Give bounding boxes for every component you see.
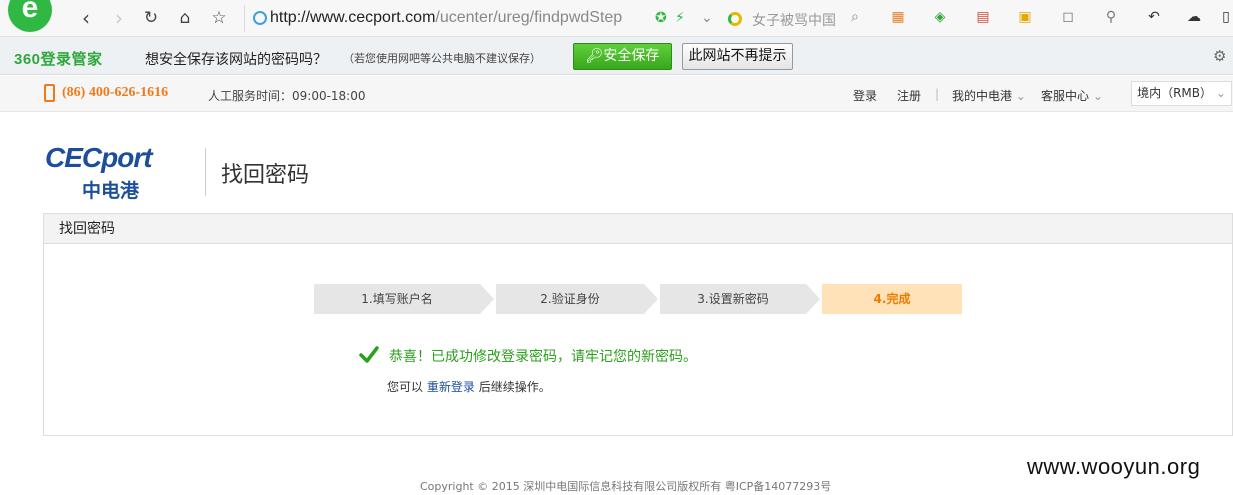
phone-sync-icon[interactable]: ▯ [1218,9,1233,25]
step-3: 3.设置新密码 [660,284,806,314]
customer-service-label: 客服中心 [1041,89,1090,103]
undo-icon[interactable]: ↶ [1146,9,1162,25]
check-icon [359,346,379,363]
logo-wordmark: CECport [45,142,153,173]
password-save-note: （若您使用网吧等公共电脑不建议保存） [343,52,541,65]
login-link[interactable]: 登录 [853,87,877,104]
translate-icon[interactable]: ▤ [975,9,991,25]
cloud-icon[interactable]: ☁ [1186,9,1202,25]
relogin-suffix: 后继续操作。 [478,380,551,394]
address-url[interactable]: http://www.cecport.com/ucenter/ureg/find… [270,9,650,27]
logo-chinese: 中电港 [82,180,140,202]
chevron-down-icon: ⌄ [1092,89,1103,103]
password-manager-brand: 360登录管家 [14,51,103,68]
step-2: 2.验证身份 [496,284,644,314]
home-button[interactable]: ⌂ [175,8,195,28]
globe-icon [253,11,267,25]
step-1: 1.填写账户名 [314,284,480,314]
customer-service-menu[interactable]: 客服中心 ⌄ [1041,87,1103,104]
search-icon[interactable]: ⌕ [851,9,859,25]
security-shield-icon[interactable]: ✪ [655,10,667,26]
zoom-icon[interactable]: ⚲ [1103,9,1119,25]
my-account-label: 我的中电港 [952,89,1013,103]
password-save-question: 想安全保存该网站的密码吗？ [145,52,327,68]
recovery-panel: 找回密码 1.填写账户名 2.验证身份 3.设置新密码 4.完成 恭喜！已成功修… [43,213,1233,436]
game-icon[interactable]: ◻ [1060,9,1076,25]
back-button[interactable]: ‹ [76,8,96,28]
security-guard-icon[interactable]: ◈ [932,9,948,25]
site-topbar: (86) 400-626-1616 人工服务时间：09:00-18:00 登录 … [0,76,1233,112]
dropdown-chevron-icon[interactable]: ⌄ [701,10,713,26]
favorite-star-icon[interactable]: ☆ [209,8,229,28]
header-divider [205,148,206,196]
page-title: 找回密码 [221,163,310,188]
gear-icon[interactable]: ⚙ [1213,47,1226,65]
step-progress: 1.填写账户名 2.验证身份 3.设置新密码 4.完成 [314,284,964,314]
watermark: www.wooyun.org [1027,454,1201,479]
step-4-active: 4.完成 [822,284,962,314]
register-link[interactable]: 注册 [897,87,921,104]
safe-save-button[interactable]: 🔑︎安全保存 [573,43,672,70]
currency-select[interactable]: 境内（RMB） ⌄ [1131,81,1232,106]
my-account-menu[interactable]: 我的中电港 ⌄ [952,87,1026,104]
address-bar[interactable]: http://www.cecport.com/ucenter/ureg/find… [244,5,720,32]
search-box[interactable]: 女子被骂中国 ⌕ [725,5,875,32]
service-hours: 人工服务时间：09:00-18:00 [208,89,366,103]
currency-label: 境内（RMB） [1137,86,1213,100]
url-host: http://www.cecport.com [270,9,436,26]
copyright-text: Copyright © 2015 深圳中电国际信息科技有限公司版权所有 粤ICP… [420,480,832,493]
browser-toolbar: e ‹ › ↻ ⌂ ☆ http://www.cecport.com/ucent… [0,0,1233,37]
never-prompt-button[interactable]: 此网站不再提示 [682,43,793,70]
relogin-link[interactable]: 重新登录 [427,380,475,394]
safe-save-label: 安全保存 [603,48,660,64]
topbar-separator: | [935,87,940,101]
chevron-down-icon: ⌄ [1215,86,1226,100]
chevron-down-icon: ⌄ [1015,89,1026,103]
apps-grid-icon[interactable]: ▦ [890,9,906,25]
step-arrow [644,284,658,314]
search-engine-icon [728,12,742,26]
hotline-number: (86) 400-626-1616 [62,85,169,100]
relogin-prefix: 您可以 [387,380,424,394]
relogin-line: 您可以 重新登录 后继续操作。 [387,378,551,395]
cecport-logo[interactable]: CECport 中电港 [45,142,195,202]
speed-bolt-icon[interactable]: ⚡ [675,10,685,26]
url-path: /ucenter/ureg/findpwdStep [435,9,623,26]
success-text: 恭喜！已成功修改登录密码，请牢记您的新密码。 [389,349,697,365]
screenshot-icon[interactable]: ▣ [1017,9,1033,25]
forward-button[interactable]: › [109,8,129,28]
step-arrow [480,284,494,314]
browser-logo-icon: e [8,0,52,32]
phone-icon [44,84,55,102]
password-manager-bar: 360登录管家 想安全保存该网站的密码吗？ （若您使用网吧等公共电脑不建议保存）… [0,37,1233,75]
search-input[interactable]: 女子被骂中国 [752,10,836,30]
key-icon: 🔑︎ [585,48,604,64]
refresh-button[interactable]: ↻ [141,8,161,28]
step-arrow [806,284,820,314]
panel-title: 找回密码 [44,214,1232,244]
